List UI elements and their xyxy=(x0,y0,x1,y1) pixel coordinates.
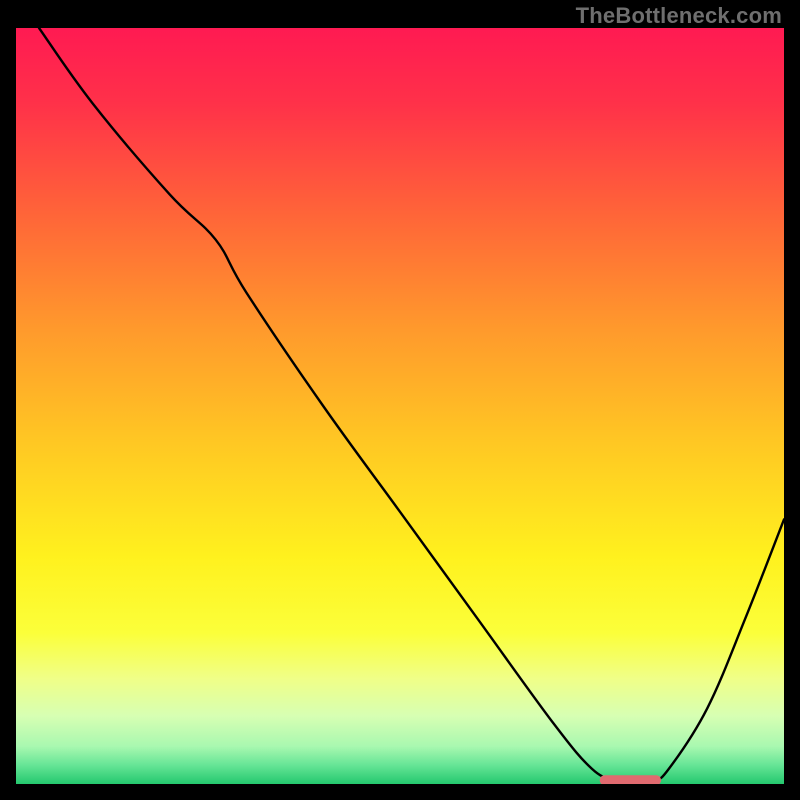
chart-plot-area xyxy=(16,28,784,784)
chart-frame: TheBottleneck.com xyxy=(0,0,800,800)
chart-background xyxy=(16,28,784,784)
target-range-marker xyxy=(600,775,661,784)
watermark-label: TheBottleneck.com xyxy=(576,3,782,29)
chart-svg xyxy=(16,28,784,784)
